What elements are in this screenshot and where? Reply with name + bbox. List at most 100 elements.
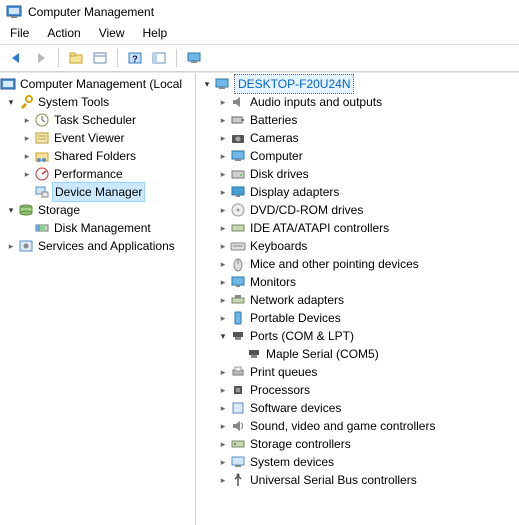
tree-disk-management[interactable]: Disk Management (0, 219, 195, 237)
com-port-icon (246, 346, 262, 362)
computer-icon (214, 76, 230, 92)
event-viewer-label: Event Viewer (54, 129, 124, 147)
software-label: Software devices (250, 399, 341, 417)
expand-arrow-icon[interactable]: ▸ (216, 134, 230, 143)
tree-storage[interactable]: ▾ Storage (0, 201, 195, 219)
tree-task-scheduler[interactable]: ▸ Task Scheduler (0, 111, 195, 129)
cat-computer[interactable]: ▸Computer (196, 147, 519, 165)
expand-arrow-icon[interactable]: ▸ (216, 116, 230, 125)
cat-mice[interactable]: ▸Mice and other pointing devices (196, 255, 519, 273)
tree-event-viewer[interactable]: ▸ Event Viewer (0, 129, 195, 147)
expand-arrow-icon[interactable]: ▸ (216, 98, 230, 107)
expand-arrow-icon[interactable]: ▾ (216, 332, 230, 341)
content-panes: Computer Management (Local ▾ System Tool… (0, 72, 519, 525)
monitor-button[interactable] (183, 47, 205, 69)
tree-device-manager[interactable]: Device Manager (0, 183, 195, 201)
hdd-icon (230, 166, 246, 182)
monitor-icon (230, 274, 246, 290)
menu-view[interactable]: View (99, 26, 125, 40)
show-hide-button[interactable] (148, 47, 170, 69)
cat-monitors[interactable]: ▸Monitors (196, 273, 519, 291)
device-root-label: DESKTOP-F20U24N (234, 74, 354, 94)
cat-processors[interactable]: ▸Processors (196, 381, 519, 399)
cat-software[interactable]: ▸ Software devices (196, 399, 519, 417)
expand-arrow-icon[interactable]: ▸ (4, 242, 18, 251)
up-button[interactable] (65, 47, 87, 69)
help-button[interactable]: ? (124, 47, 146, 69)
cat-print[interactable]: ▸ Print queues (196, 363, 519, 381)
shared-folders-label: Shared Folders (54, 147, 136, 165)
cat-keyboards[interactable]: ▸ Keyboards (196, 237, 519, 255)
print-label: Print queues (250, 363, 317, 381)
cat-ide[interactable]: ▸ IDE ATA/ATAPI controllers (196, 219, 519, 237)
expand-arrow-icon[interactable]: ▸ (216, 368, 230, 377)
right-tree[interactable]: ▾ DESKTOP-F20U24N ▸Audio inputs and outp… (196, 73, 519, 525)
cat-ports[interactable]: ▾Ports (COM & LPT) (196, 327, 519, 345)
expand-arrow-icon[interactable]: ▸ (20, 116, 34, 125)
cat-network[interactable]: ▸Network adapters (196, 291, 519, 309)
cat-sound[interactable]: ▸ Sound, video and game controllers (196, 417, 519, 435)
cat-display[interactable]: ▸Display adapters (196, 183, 519, 201)
device-root[interactable]: ▾ DESKTOP-F20U24N (196, 75, 519, 93)
ide-label: IDE ATA/ATAPI controllers (250, 219, 389, 237)
menu-file[interactable]: File (10, 26, 29, 40)
toolbar: ? (0, 44, 519, 72)
expand-arrow-icon[interactable]: ▸ (20, 134, 34, 143)
mouse-icon (230, 256, 246, 272)
expand-arrow-icon[interactable]: ▸ (216, 170, 230, 179)
cat-batteries[interactable]: ▸Batteries (196, 111, 519, 129)
keyboards-label: Keyboards (250, 237, 307, 255)
expand-arrow-icon[interactable]: ▸ (216, 188, 230, 197)
tree-system-tools[interactable]: ▾ System Tools (0, 93, 195, 111)
properties-button[interactable] (89, 47, 111, 69)
camera-icon (230, 130, 246, 146)
tree-services-apps[interactable]: ▸ Services and Applications (0, 237, 195, 255)
tree-performance[interactable]: ▸ Performance (0, 165, 195, 183)
cat-system-devices[interactable]: ▸ System devices (196, 453, 519, 471)
back-button[interactable] (6, 47, 28, 69)
sound-label: Sound, video and game controllers (250, 417, 435, 435)
forward-button[interactable] (30, 47, 52, 69)
expand-arrow-icon[interactable]: ▸ (20, 152, 34, 161)
cat-portable[interactable]: ▸Portable Devices (196, 309, 519, 327)
expand-arrow-icon[interactable]: ▸ (20, 170, 34, 179)
cat-audio[interactable]: ▸Audio inputs and outputs (196, 93, 519, 111)
expand-arrow-icon[interactable]: ▾ (200, 80, 214, 89)
expand-arrow-icon[interactable]: ▸ (216, 458, 230, 467)
storage-label: Storage (38, 201, 80, 219)
cat-usb[interactable]: ▸Universal Serial Bus controllers (196, 471, 519, 489)
expand-arrow-icon[interactable]: ▸ (216, 386, 230, 395)
expand-arrow-icon[interactable]: ▸ (216, 242, 230, 251)
expand-arrow-icon[interactable]: ▸ (216, 260, 230, 269)
tree-root-label: Computer Management (Local (20, 75, 182, 93)
left-tree[interactable]: Computer Management (Local ▾ System Tool… (0, 73, 196, 525)
toolbar-separator-3 (176, 49, 177, 67)
maple-serial-label: Maple Serial (COM5) (266, 345, 379, 363)
menu-action[interactable]: Action (47, 26, 80, 40)
expand-arrow-icon[interactable]: ▸ (216, 476, 230, 485)
expand-arrow-icon[interactable]: ▸ (216, 206, 230, 215)
expand-arrow-icon[interactable]: ▸ (216, 440, 230, 449)
tree-shared-folders[interactable]: ▸ Shared Folders (0, 147, 195, 165)
menu-help[interactable]: Help (143, 26, 168, 40)
expand-arrow-icon[interactable]: ▸ (216, 296, 230, 305)
expand-arrow-icon[interactable]: ▾ (4, 98, 18, 107)
expand-arrow-icon[interactable]: ▾ (4, 206, 18, 215)
pc-icon (230, 148, 246, 164)
window-title: Computer Management (28, 5, 154, 19)
expand-arrow-icon[interactable]: ▸ (216, 422, 230, 431)
expand-arrow-icon[interactable]: ▸ (216, 314, 230, 323)
device-maple-serial[interactable]: Maple Serial (COM5) (196, 345, 519, 363)
cat-dvd[interactable]: ▸DVD/CD-ROM drives (196, 201, 519, 219)
tree-root[interactable]: Computer Management (Local (0, 75, 195, 93)
expand-arrow-icon[interactable]: ▸ (216, 278, 230, 287)
expand-arrow-icon[interactable]: ▸ (216, 224, 230, 233)
expand-arrow-icon[interactable]: ▸ (216, 404, 230, 413)
portable-icon (230, 310, 246, 326)
cat-storage-ctrl[interactable]: ▸Storage controllers (196, 435, 519, 453)
software-icon (230, 400, 246, 416)
system-label: System devices (250, 453, 334, 471)
expand-arrow-icon[interactable]: ▸ (216, 152, 230, 161)
cat-cameras[interactable]: ▸Cameras (196, 129, 519, 147)
cat-disk-drives[interactable]: ▸Disk drives (196, 165, 519, 183)
